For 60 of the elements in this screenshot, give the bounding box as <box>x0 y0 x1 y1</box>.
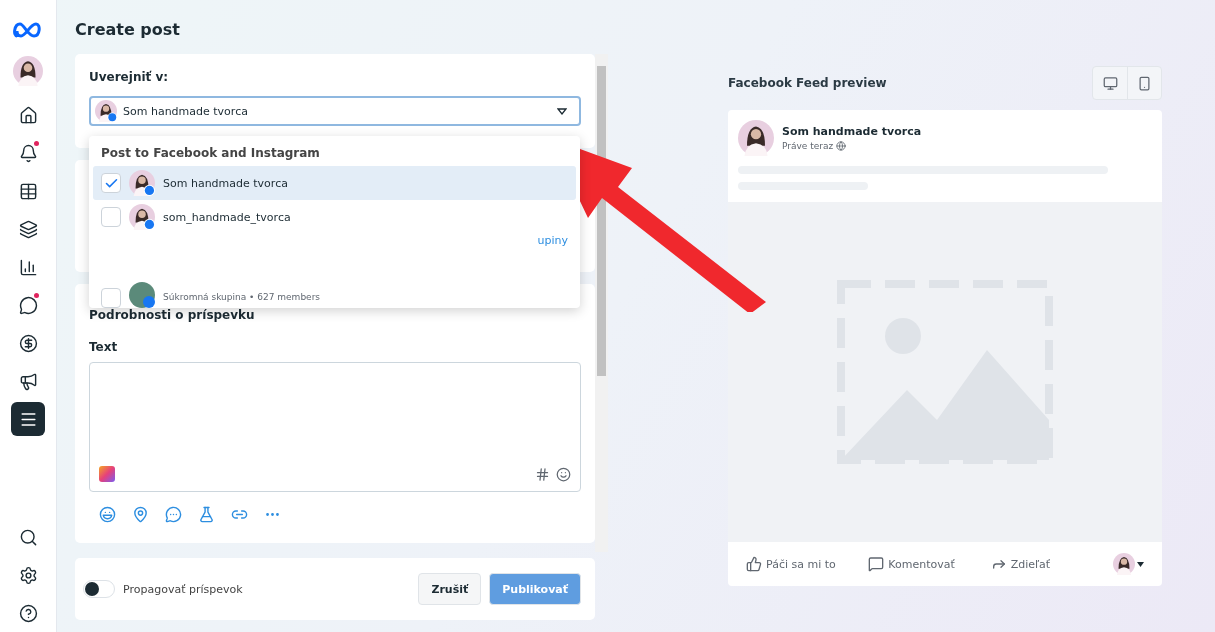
phone-icon <box>1137 75 1152 91</box>
toggle-label: Propagovať príspevok <box>123 582 243 596</box>
post-author: Som handmade tvorca <box>782 125 922 138</box>
account-select[interactable]: Som handmade tvorca <box>89 96 581 126</box>
caret-icon <box>1137 561 1144 567</box>
group-meta: Súkromná skupina • 627 members <box>163 292 321 302</box>
settings-icon <box>18 565 38 585</box>
caret-icon <box>557 107 567 115</box>
avatar <box>1113 553 1135 575</box>
avatar <box>95 100 117 122</box>
pages-icon <box>18 219 38 239</box>
post-time: Práve teraz <box>782 141 834 151</box>
speech-bubble-icon <box>868 556 885 572</box>
text-input[interactable] <box>89 362 581 492</box>
feeling-icon[interactable] <box>99 506 116 523</box>
dollar-icon <box>18 333 38 353</box>
location-pin-icon[interactable] <box>132 506 149 523</box>
post-action[interactable]: Komentovať <box>868 556 991 572</box>
chat-icon <box>18 295 38 315</box>
page-title: Create post <box>75 20 181 41</box>
megaphone-icon <box>18 371 38 391</box>
field-label: Text <box>89 340 119 354</box>
promote-toggle[interactable] <box>83 580 115 598</box>
cancel-button[interactable]: Zrušiť <box>418 573 482 605</box>
field-label: Uverejniť v: <box>89 70 170 84</box>
post-action[interactable]: Páči sa mi to <box>746 556 869 572</box>
avatar <box>738 120 774 156</box>
avatar <box>129 170 155 196</box>
bar-chart-icon <box>18 257 38 277</box>
dropdown-heading: Post to Facebook and Instagram <box>100 145 321 162</box>
profile-switcher[interactable] <box>1113 553 1144 575</box>
help-icon <box>18 603 38 623</box>
text-style-icon[interactable] <box>99 466 115 482</box>
avatar <box>13 56 43 86</box>
emoji-icon[interactable] <box>556 466 571 482</box>
messenger-icon[interactable] <box>165 506 182 523</box>
avatar <box>129 204 155 230</box>
account-option[interactable]: Som handmade tvorca <box>93 166 576 200</box>
sidebar-item[interactable] <box>11 402 45 436</box>
groups-link[interactable]: upiny <box>537 234 568 247</box>
checkbox[interactable] <box>101 207 121 227</box>
preview-title: Facebook Feed preview <box>728 76 887 90</box>
thumbs-up-icon <box>746 556 762 572</box>
profile-button[interactable] <box>11 54 45 88</box>
logo-icon[interactable] <box>13 22 43 38</box>
monitor-icon <box>1102 75 1118 91</box>
flask-icon[interactable] <box>198 506 215 523</box>
checkbox[interactable] <box>101 173 121 193</box>
globe-icon <box>836 141 847 151</box>
group-avatar <box>129 282 155 308</box>
grid-icon <box>18 181 38 201</box>
home-icon <box>18 105 38 125</box>
bell-icon <box>18 143 38 163</box>
post-action[interactable]: Zdieľať <box>990 556 1113 572</box>
account-option[interactable]: som_handmade_tvorca <box>93 200 576 234</box>
hashtag-icon[interactable] <box>535 466 550 482</box>
scrollbar[interactable] <box>595 54 608 552</box>
search-icon <box>18 527 38 547</box>
checkbox[interactable] <box>101 288 121 308</box>
section-heading: Podrobnosti o príspevku <box>89 308 256 322</box>
